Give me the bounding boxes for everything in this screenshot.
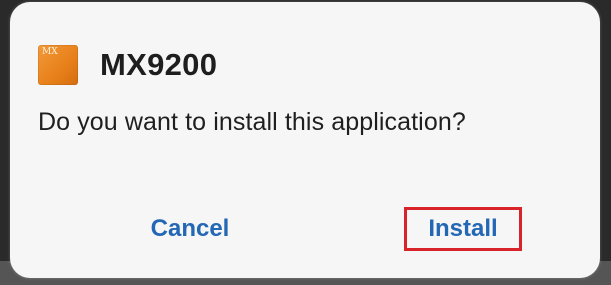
install-dialog: MX MX9200 Do you want to install this ap… [10, 2, 600, 278]
install-prompt-text: Do you want to install this application? [38, 108, 466, 136]
cancel-button[interactable]: Cancel [120, 207, 260, 251]
app-icon: MX [38, 45, 78, 85]
app-name: MX9200 [100, 47, 218, 82]
dialog-title-row: MX MX9200 [38, 40, 217, 90]
app-icon-label: MX [42, 47, 58, 57]
install-button[interactable]: Install [404, 207, 522, 251]
screen: MX MX9200 Do you want to install this ap… [0, 0, 611, 285]
